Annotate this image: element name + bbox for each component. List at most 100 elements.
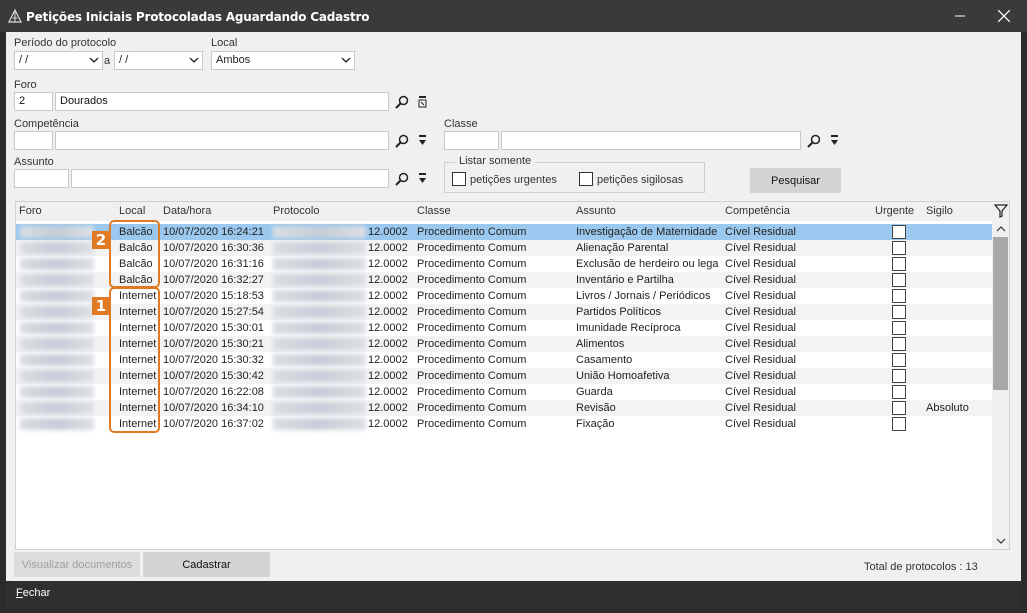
col-local[interactable]: Local	[119, 205, 145, 217]
table-row[interactable]: Internet 10/07/2020 15:30:42 12.0002 Proced…	[16, 368, 992, 384]
scroll-down-icon[interactable]	[996, 537, 1006, 545]
cell-competencia: Cível Residual	[725, 386, 796, 398]
table-row[interactable]: Balcão 10/07/2020 16:31:16 12.0002 Procedim…	[16, 256, 992, 272]
urgente-checkbox[interactable]	[892, 417, 906, 431]
urgente-checkbox[interactable]	[892, 289, 906, 303]
table-row[interactable]: Balcão 10/07/2020 16:30:36 12.0002 Procedim…	[16, 240, 992, 256]
competencia-label: Competência	[14, 118, 79, 130]
cell-protocolo: 12.0002	[368, 322, 408, 334]
redacted-foro	[20, 226, 94, 238]
close-button[interactable]	[982, 0, 1026, 32]
col-datahora[interactable]: Data/hora	[163, 205, 211, 217]
cell-datahora: 10/07/2020 16:34:10	[163, 402, 264, 414]
dropdown-arrow-icon[interactable]	[415, 133, 431, 149]
classe-name-field[interactable]	[501, 131, 801, 150]
col-competencia[interactable]: Competência	[725, 205, 790, 217]
table-row[interactable]: Internet 10/07/2020 16:37:02 12.0002 Proced…	[16, 416, 992, 432]
urgente-checkbox[interactable]	[892, 337, 906, 351]
urgente-checkbox[interactable]	[892, 225, 906, 239]
col-protocolo[interactable]: Protocolo	[273, 205, 319, 217]
table-row[interactable]: Internet 10/07/2020 16:34:10 12.0002 Proced…	[16, 400, 992, 416]
assunto-name-field[interactable]	[71, 169, 389, 188]
redacted-foro	[20, 274, 94, 286]
classe-label: Classe	[444, 118, 478, 130]
redacted-foro	[20, 386, 94, 398]
redacted-protocolo	[273, 306, 366, 318]
cell-classe: Procedimento Comum	[417, 386, 527, 398]
competencia-name-field[interactable]	[55, 131, 389, 150]
foro-name-field[interactable]: Dourados	[55, 92, 389, 111]
search-icon[interactable]	[394, 133, 410, 149]
redacted-foro	[20, 290, 94, 302]
cell-assunto: União Homoafetiva	[576, 370, 670, 382]
pesquisar-button[interactable]: Pesquisar	[750, 168, 841, 193]
table-row[interactable]: Internet 10/07/2020 15:18:53 12.0002 Proced…	[16, 288, 992, 304]
assunto-code-field[interactable]	[14, 169, 69, 188]
urgente-checkbox[interactable]	[892, 401, 906, 415]
minimize-button[interactable]	[938, 0, 982, 32]
cell-competencia: Cível Residual	[725, 418, 796, 430]
urgente-checkbox[interactable]	[892, 369, 906, 383]
date-to-picker[interactable]: / /	[114, 51, 203, 70]
redacted-protocolo	[273, 338, 366, 350]
search-icon[interactable]	[806, 133, 822, 149]
dropdown-arrow-icon[interactable]	[415, 171, 431, 187]
urgente-checkbox[interactable]	[892, 305, 906, 319]
table-row[interactable]: Internet 10/07/2020 15:30:32 12.0002 Proced…	[16, 352, 992, 368]
cell-datahora: 10/07/2020 16:32:27	[163, 274, 264, 286]
clear-field-icon[interactable]	[415, 94, 431, 110]
table-row[interactable]: Balcão 10/07/2020 16:32:27 12.0002 Procedim…	[16, 272, 992, 288]
cell-protocolo: 12.0002	[368, 306, 408, 318]
urgente-checkbox[interactable]	[892, 353, 906, 367]
search-icon[interactable]	[394, 94, 410, 110]
competencia-code-field[interactable]	[14, 131, 53, 150]
close-icon	[998, 10, 1010, 22]
table-row[interactable]: Internet 10/07/2020 15:30:01 12.0002 Proced…	[16, 320, 992, 336]
cadastrar-button[interactable]: Cadastrar	[143, 552, 270, 577]
annotation-box-2	[109, 220, 160, 288]
col-urgente[interactable]: Urgente	[875, 205, 914, 217]
table-row[interactable]: Balcão 10/07/2020 16:24:21 12.0002 Procedim…	[16, 224, 992, 240]
cell-classe: Procedimento Comum	[417, 370, 527, 382]
date-from-picker[interactable]: / /	[14, 51, 103, 70]
dropdown-arrow-icon[interactable]	[827, 133, 843, 149]
table-row[interactable]: Internet 10/07/2020 15:27:54 12.0002 Proced…	[16, 304, 992, 320]
dialog-body: Período do protocolo / / a / / Local Amb…	[6, 32, 1021, 581]
cell-datahora: 10/07/2020 16:31:16	[163, 258, 264, 270]
cell-competencia: Cível Residual	[725, 402, 796, 414]
fechar-button[interactable]: Fechar	[16, 587, 50, 599]
cell-assunto: Imunidade Recíproca	[576, 322, 681, 334]
col-sigilo[interactable]: Sigilo	[926, 205, 953, 217]
sigilosas-label[interactable]: petições sigilosas	[597, 174, 683, 186]
table-row[interactable]: Internet 10/07/2020 15:30:21 12.0002 Proced…	[16, 336, 992, 352]
urgentes-checkbox[interactable]	[452, 172, 466, 186]
urgente-checkbox[interactable]	[892, 257, 906, 271]
vertical-scrollbar[interactable]	[992, 221, 1009, 549]
foro-code-field[interactable]: 2	[14, 92, 53, 111]
chevron-down-icon	[341, 57, 351, 63]
cell-protocolo: 12.0002	[368, 354, 408, 366]
filter-icon[interactable]	[994, 204, 1008, 218]
visualizar-documentos-button[interactable]: Visualizar documentos	[14, 552, 140, 577]
col-assunto[interactable]: Assunto	[576, 205, 616, 217]
cell-sigilo: Absoluto	[926, 402, 969, 414]
col-foro[interactable]: Foro	[19, 205, 42, 217]
col-classe[interactable]: Classe	[417, 205, 451, 217]
classe-code-field[interactable]	[444, 131, 499, 150]
urgente-checkbox[interactable]	[892, 385, 906, 399]
cell-assunto: Alimentos	[576, 338, 625, 350]
urgente-checkbox[interactable]	[892, 273, 906, 287]
table-row[interactable]: Internet 10/07/2020 16:22:08 12.0002 Proced…	[16, 384, 992, 400]
cell-protocolo: 12.0002	[368, 402, 408, 414]
search-icon[interactable]	[394, 171, 410, 187]
urgente-checkbox[interactable]	[892, 241, 906, 255]
urgentes-label[interactable]: petições urgentes	[470, 174, 557, 186]
local-select[interactable]: Ambos	[211, 51, 355, 70]
urgente-checkbox[interactable]	[892, 321, 906, 335]
cell-assunto: Alienação Parental	[576, 242, 669, 254]
sigilosas-checkbox[interactable]	[579, 172, 593, 186]
scroll-up-icon[interactable]	[996, 225, 1006, 233]
cell-competencia: Cível Residual	[725, 306, 796, 318]
cell-datahora: 10/07/2020 16:30:36	[163, 242, 264, 254]
scroll-thumb[interactable]	[993, 237, 1008, 390]
